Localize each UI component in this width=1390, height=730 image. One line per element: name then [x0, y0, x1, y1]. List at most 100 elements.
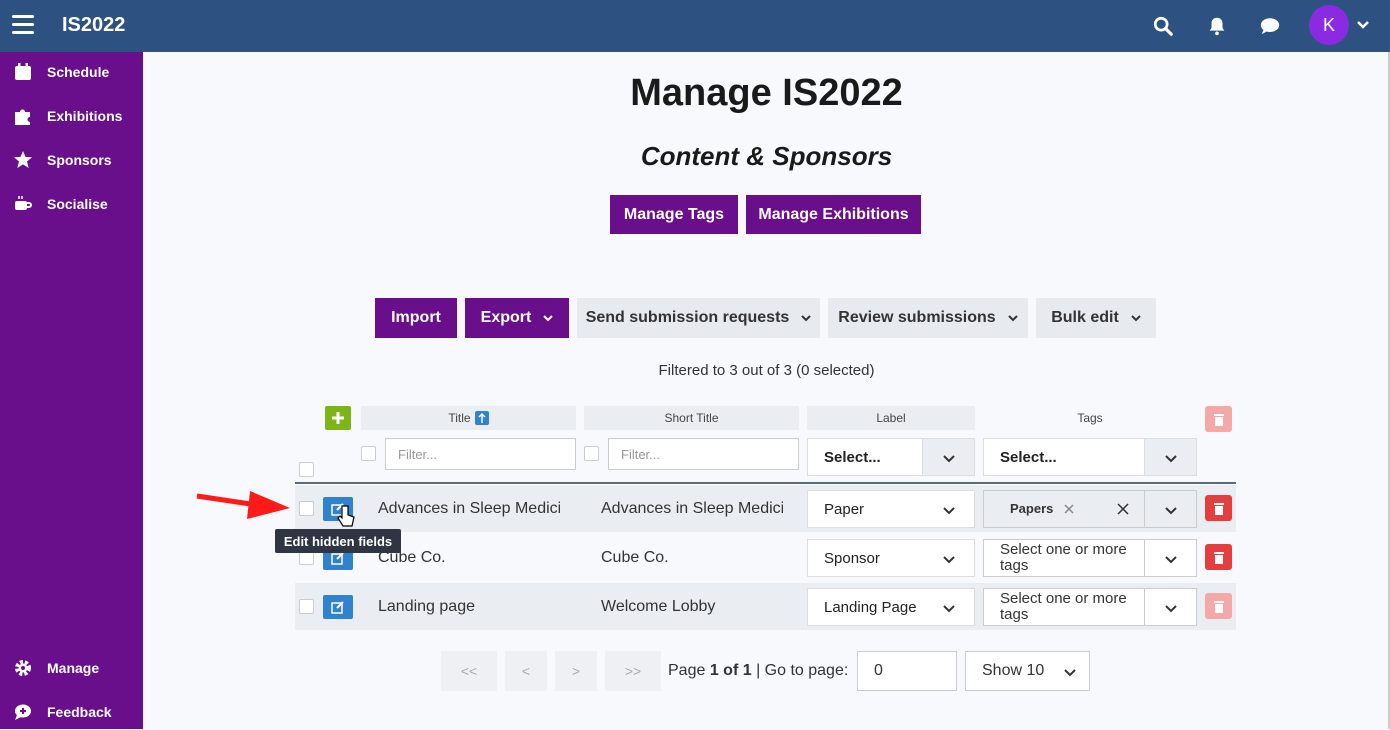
trash-icon [1213, 551, 1224, 564]
row-checkbox[interactable] [299, 501, 314, 516]
chevron-down-icon [801, 315, 812, 322]
goto-page-input[interactable]: 0 [857, 651, 957, 691]
first-page-button[interactable]: << [441, 651, 497, 691]
star-icon [14, 151, 32, 168]
feedback-icon [15, 704, 31, 720]
manage-tags-button[interactable]: Manage Tags [610, 195, 738, 234]
manage-exhibitions-button[interactable]: Manage Exhibitions [746, 195, 921, 234]
remove-tag-icon[interactable] [1063, 503, 1075, 515]
tooltip: Edit hidden fields [275, 529, 401, 553]
chat-icon[interactable] [1259, 15, 1281, 37]
chevron-down-icon [943, 455, 955, 463]
row-tags-select[interactable]: Select one or more tags [983, 539, 1197, 577]
row-short-title[interactable]: Welcome Lobby [601, 598, 783, 616]
last-page-button[interactable]: >> [605, 651, 661, 691]
edit-hidden-fields-button[interactable] [323, 595, 353, 619]
edit-icon [331, 552, 344, 565]
app-title[interactable]: IS2022 [62, 14, 125, 37]
sidebar-item-feedback[interactable]: Feedback [0, 694, 143, 730]
trash-icon [1213, 413, 1224, 426]
sidebar-item-sponsors[interactable]: Sponsors [0, 142, 143, 178]
bell-icon[interactable] [1206, 15, 1228, 37]
short-title-filter-input[interactable]: Filter... [608, 438, 799, 470]
delete-row-button[interactable] [1205, 593, 1232, 619]
red-arrow-annotation [196, 491, 290, 519]
row-title[interactable]: Advances in Sleep Medicine [378, 500, 560, 518]
title-filter-checkbox[interactable] [361, 446, 376, 461]
sidebar-item-exhibitions[interactable]: Exhibitions [0, 98, 143, 134]
filter-status: Filtered to 3 out of 3 (0 selected) [658, 362, 875, 379]
page-prefix: Page [668, 662, 706, 679]
bulk-edit-button[interactable]: Bulk edit [1036, 298, 1156, 338]
page-size-value: Show 10 [982, 662, 1045, 679]
puzzle-icon [15, 109, 30, 125]
sidebar-item-label: Feedback [47, 704, 112, 720]
row-tags-select[interactable]: Select one or more tags [983, 588, 1197, 626]
sidebar-item-label: Sponsors [47, 152, 112, 168]
next-page-button[interactable]: > [555, 651, 597, 691]
prev-page-button[interactable]: < [505, 651, 547, 691]
row-short-title[interactable]: Advances in Sleep Medicine [601, 500, 783, 518]
label-filter-select[interactable]: Select... [807, 438, 975, 476]
page-subtitle: Content & Sponsors [640, 141, 893, 171]
page-info: 1 of 1 [709, 662, 752, 679]
import-button[interactable]: Import [375, 298, 457, 338]
hamburger-menu-icon[interactable] [12, 15, 34, 35]
title-filter-input[interactable]: Filter... [385, 438, 576, 470]
chevron-down-icon [1007, 315, 1018, 322]
column-header-label[interactable]: Label [807, 406, 975, 430]
delete-row-button[interactable] [1205, 544, 1232, 570]
sidebar-item-schedule[interactable]: Schedule [0, 54, 143, 90]
edit-icon [331, 601, 344, 614]
column-header-title[interactable]: Title [361, 406, 576, 430]
tags-filter-select[interactable]: Select... [983, 438, 1197, 476]
chevron-down-icon [1131, 315, 1141, 322]
chevron-down-icon [943, 605, 955, 613]
chevron-down-icon [943, 556, 955, 564]
column-header-label: Title [448, 411, 471, 425]
row-label-select[interactable]: Paper [807, 490, 975, 528]
tag-chip: Papers [1010, 501, 1054, 516]
review-submissions-button[interactable]: Review submissions [828, 298, 1028, 338]
row-label-select[interactable]: Landing Page [807, 588, 975, 626]
row-title[interactable]: Landing page [378, 598, 560, 616]
delete-row-button[interactable] [1205, 495, 1232, 521]
row-label-select[interactable]: Sponsor [807, 539, 975, 577]
chevron-down-icon [1165, 605, 1177, 613]
delete-selected-button[interactable] [1205, 406, 1232, 432]
page-size-select[interactable]: Show 10 [965, 651, 1090, 691]
sidebar-item-manage[interactable]: Manage [0, 650, 143, 686]
export-label: Export [480, 309, 532, 326]
row-label-value: Sponsor [824, 549, 880, 567]
tags-filter-value: Select... [1000, 448, 1057, 466]
tags-placeholder: Select one or more tags [1000, 590, 1127, 623]
sidebar-item-label: Schedule [47, 64, 110, 80]
add-row-button[interactable] [325, 406, 351, 430]
calendar-icon [15, 63, 31, 80]
send-requests-label: Send submission requests [585, 309, 790, 326]
row-title[interactable]: Cube Co. [378, 549, 560, 567]
chevron-down-icon [1165, 507, 1177, 515]
gear-icon [15, 660, 31, 676]
column-header-short-title[interactable]: Short Title [584, 406, 799, 430]
send-submission-requests-button[interactable]: Send submission requests [577, 298, 820, 338]
select-all-checkbox[interactable] [299, 462, 314, 477]
avatar[interactable]: K [1309, 5, 1349, 45]
chevron-down-icon [943, 507, 955, 515]
row-checkbox[interactable] [299, 599, 314, 614]
search-icon[interactable] [1152, 15, 1174, 37]
short-title-filter-checkbox[interactable] [584, 446, 599, 461]
export-button[interactable]: Export [465, 298, 569, 338]
sidebar: Schedule Exhibitions Sponsors Socialise … [0, 52, 143, 729]
column-header-tags: Tags [1077, 411, 1103, 425]
bulk-edit-label: Bulk edit [1051, 309, 1119, 326]
chevron-down-icon [543, 315, 554, 322]
row-short-title[interactable]: Cube Co. [601, 549, 783, 567]
top-bar: IS2022 K [0, 0, 1390, 52]
row-tags-select[interactable]: Papers [983, 490, 1197, 528]
clear-tags-icon[interactable] [1116, 502, 1130, 516]
sidebar-item-socialise[interactable]: Socialise [0, 186, 143, 222]
trash-icon [1213, 502, 1224, 515]
chevron-down-icon[interactable] [1356, 18, 1370, 32]
label-filter-value: Select... [824, 448, 881, 466]
